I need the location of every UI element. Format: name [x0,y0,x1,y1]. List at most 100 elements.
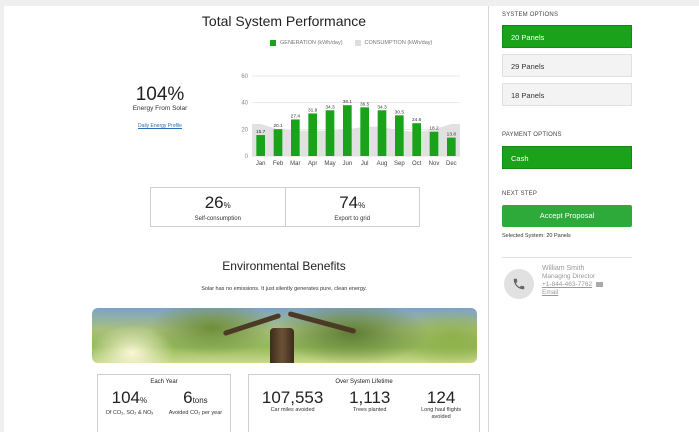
x-tick-label: Jun [342,161,352,167]
energy-from-solar-label: Energy From Solar [132,105,188,112]
bar-data-label: 20.1 [273,123,283,129]
export-unit: % [358,201,366,210]
generation-bar [256,135,265,156]
generation-bar [291,119,300,156]
legend-consumption-swatch [354,40,361,46]
x-tick-label: Oct [412,161,422,167]
legend-consumption-label: CONSUMPTION (kWh/day) [364,40,433,46]
generation-bar [395,115,404,156]
x-tick-label: Sep [394,161,405,167]
contact-title: Managing Director [542,273,596,280]
page: Total System Performance GENERATION (kWh… [4,6,699,432]
mail-icon [596,281,604,287]
daily-energy-profile-link[interactable]: Daily Energy Profile [132,123,188,129]
co2-unit: tons [192,396,208,405]
y-tick-label: 40 [241,101,248,107]
car-miles-stat: 107,553 Car miles avoided [262,388,323,421]
generation-bar [273,129,283,156]
legend-generation-swatch [270,40,276,46]
self-consumption-label: Self-consumption [194,216,241,222]
co2-avoided-stat: 6tons Avoided CO₂ per year [168,388,222,417]
each-year-box: Each Year 104% Of CO₂, SO₂ & NOₓ 6tons A… [97,374,231,432]
y-tick-label: 0 [245,154,249,160]
main-panel: Total System Performance GENERATION (kWh… [4,6,488,432]
option-20-panels[interactable]: 20 Panels [502,25,632,48]
flights-label: Long haul flights avoided [421,407,462,420]
bar-data-label: 31.9 [308,107,318,113]
export-value: 74 [339,193,359,212]
trees-planted-label: Trees planted [353,407,387,413]
contact-name: William Smith [542,265,585,272]
bar-data-label: 38.1 [343,99,353,105]
car-miles-value: 107,553 [261,388,324,407]
generation-bar [412,123,421,156]
lifetime-heading: Over System Lifetime [335,379,393,385]
co2-value: 6 [183,388,193,407]
accept-proposal-button[interactable]: Accept Proposal [502,205,632,227]
x-tick-label: Mar [290,161,300,167]
generation-bar [377,110,387,156]
payment-options-label: PAYMENT OPTIONS [502,132,562,138]
environmental-subtitle: Solar has no emissions. It just silently… [201,286,367,292]
car-miles-label: Car miles avoided [270,407,315,413]
generation-bar [447,137,456,156]
self-consumption-value: 26 [204,193,224,212]
sidebar-divider [502,257,632,258]
y-tick-label: 60 [241,74,248,80]
self-consumption-unit: % [223,201,231,210]
energy-from-solar-value: 104% [135,84,185,105]
next-step-label: NEXT STEP [502,191,538,197]
x-tick-label: Jan [256,161,266,167]
chart-legend: GENERATION (kWh/day) CONSUMPTION (kWh/da… [270,40,432,46]
self-consumption-stat: 26% Self-consumption [151,188,285,226]
y-tick-label: 20 [241,127,248,133]
bar-data-label: 27.4 [291,113,301,119]
bar-data-label: 36.5 [360,101,370,107]
emissions-unit: % [140,396,148,405]
x-tick-label: Apr [308,161,317,167]
bar-data-label: 34.3 [377,104,387,110]
contact-card: William Smith Managing Director +1-844-4… [542,265,604,297]
bar-data-label: 24.6 [412,117,422,123]
payment-cash-option[interactable]: Cash [502,146,632,169]
flights-value: 124 [426,388,456,407]
legend-generation: GENERATION (kWh/day) [270,40,343,46]
divider [488,6,489,432]
x-tick-label: Jul [361,161,369,167]
x-tick-label: Feb [273,161,284,167]
flights-avoided-stat: 124 Long haul flights avoided [416,388,466,421]
generation-bar [308,113,317,156]
bar-data-label: 15.7 [256,129,266,135]
x-tick-label: Aug [377,161,388,167]
environmental-title: Environmental Benefits [222,259,346,273]
system-options-label: SYSTEM OPTIONS [502,12,559,18]
export-stat: 74% Export to grid [284,188,420,226]
x-tick-label: Dec [446,161,457,167]
trees-planted-value: 1,113 [349,388,391,407]
emissions-label: Of CO₂, SO₂ & NOₓ [105,410,154,416]
co2-label: Avoided CO₂ per year [168,410,223,416]
generation-bar [429,131,439,156]
legend-generation-label: GENERATION (kWh/day) [280,40,343,46]
tree-branch [287,311,357,334]
contact-phone-link[interactable]: +1-844-463-7762 [542,281,592,288]
sidebar: SYSTEM OPTIONS 20 Panels 29 Panels 18 Pa… [498,6,699,432]
lifetime-box: Over System Lifetime 107,553 Car miles a… [248,374,480,432]
export-label: Export to grid [334,216,371,222]
stats-box: 26% Self-consumption 74% Export to grid [150,187,420,227]
emissions-avoided-stat: 104% Of CO₂, SO₂ & NOₓ [106,388,154,417]
bar-data-label: 18.2 [429,126,439,132]
tree-trunk [270,328,294,363]
tree-banner-image [92,308,477,363]
emissions-value: 104 [111,388,141,407]
contact-email-link[interactable]: Email [542,289,558,296]
phone-icon [504,269,534,299]
x-tick-label: Nov [429,161,440,167]
option-29-panels[interactable]: 29 Panels [502,54,632,77]
performance-chart: 0 20 40 60 15.7 Jan 20.1 Feb 27.4 Mar 31.9 Apr 34.3 M… [241,74,460,167]
generation-bar [325,110,335,156]
generation-bar [343,105,352,156]
trees-planted-stat: 1,113 Trees planted [349,388,390,421]
option-18-panels[interactable]: 18 Panels [502,83,632,106]
each-year-heading: Each Year [150,379,178,385]
